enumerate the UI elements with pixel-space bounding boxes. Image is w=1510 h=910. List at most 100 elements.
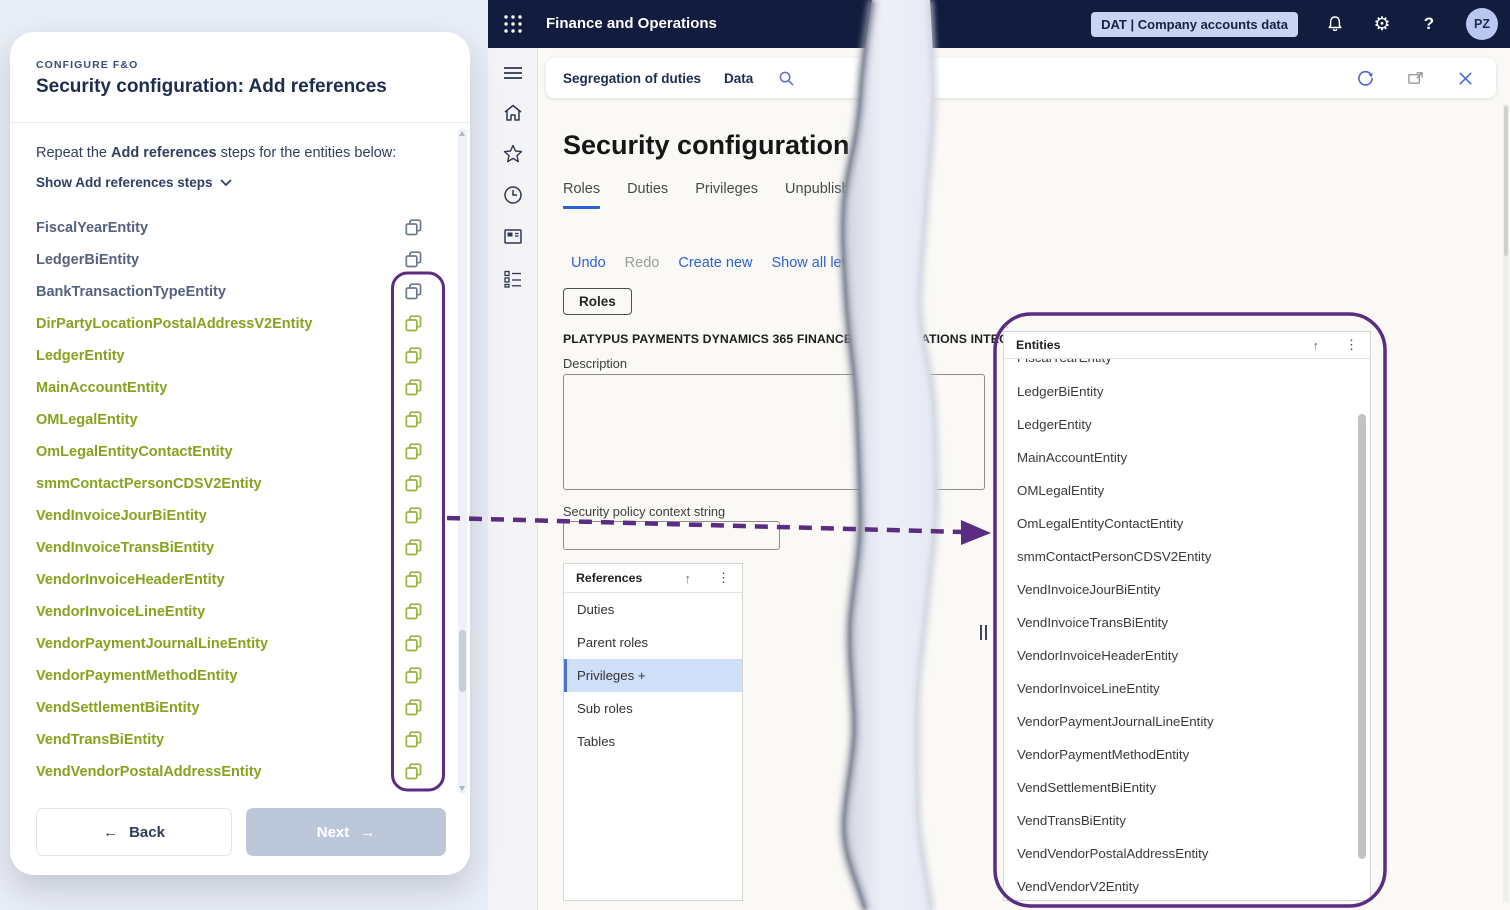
entities-list-item[interactable]: OMLegalEntity xyxy=(1004,474,1370,507)
entity-name: VendVendorPostalAddressEntity xyxy=(36,764,262,780)
entities-list-item[interactable]: VendSettlementBiEntity xyxy=(1004,771,1370,804)
entity-name: LedgerBiEntity xyxy=(1017,384,1104,399)
entities-list-item[interactable]: VendVendorPostalAddressEntity xyxy=(1004,837,1370,870)
settings-gear-icon[interactable]: ⚙ xyxy=(1372,14,1392,35)
redo-link[interactable]: Redo xyxy=(625,255,660,271)
refresh-icon[interactable] xyxy=(1355,68,1375,88)
show-steps-toggle[interactable]: Show Add references steps xyxy=(36,175,232,190)
entity-name: VendSettlementBiEntity xyxy=(36,700,200,716)
crumb-data[interactable]: Data xyxy=(724,71,753,86)
notifications-bell-icon[interactable] xyxy=(1325,14,1345,34)
policy-context-input[interactable] xyxy=(563,521,780,550)
scroll-down-icon[interactable] xyxy=(459,786,465,791)
reference-item[interactable]: Privileges + xyxy=(564,659,742,692)
copy-icon[interactable] xyxy=(405,283,422,300)
entities-list-item[interactable]: VendorInvoiceHeaderEntity xyxy=(1004,639,1370,672)
entities-list-item[interactable]: VendorPaymentMethodEntity xyxy=(1004,738,1370,771)
entity-name: VendorInvoiceLineEntity xyxy=(36,604,206,620)
copy-icon[interactable] xyxy=(405,443,422,460)
sort-up-icon[interactable]: ↑ xyxy=(1313,338,1320,353)
copy-icon[interactable] xyxy=(405,315,422,332)
panel-resize-handle[interactable] xyxy=(980,625,987,640)
window-scrollbar[interactable] xyxy=(1503,104,1509,902)
entities-list-item[interactable]: VendorInvoiceLineEntity xyxy=(1004,672,1370,705)
entities-list-item[interactable]: MainAccountEntity xyxy=(1004,441,1370,474)
close-icon[interactable] xyxy=(1455,68,1475,88)
wizard-entity-row: smmContactPersonCDSV2Entity xyxy=(36,473,444,495)
next-button[interactable]: Next → xyxy=(246,808,446,856)
entities-list-item[interactable]: LedgerBiEntity xyxy=(1004,375,1370,408)
copy-icon[interactable] xyxy=(405,699,422,716)
copy-icon[interactable] xyxy=(405,507,422,524)
entity-name: OmLegalEntityContactEntity xyxy=(36,444,233,460)
copy-icon[interactable] xyxy=(405,539,422,556)
back-button[interactable]: ← Back xyxy=(36,808,232,856)
user-avatar[interactable]: PZ xyxy=(1466,8,1498,40)
app-launcher-waffle-icon[interactable] xyxy=(502,13,524,35)
home-icon[interactable] xyxy=(502,102,524,124)
crumb-segregation-of-duties[interactable]: Segregation of duties xyxy=(563,71,701,86)
wizard-scrollbar-thumb[interactable] xyxy=(459,630,466,692)
wizard-eyebrow: CONFIGURE F&O xyxy=(36,59,139,71)
product-title: Finance and Operations xyxy=(546,15,717,32)
reference-item[interactable]: Parent roles xyxy=(564,626,742,659)
roles-node-chip[interactable]: Roles xyxy=(563,288,632,315)
reference-item[interactable]: Tables xyxy=(564,725,742,758)
copy-icon[interactable] xyxy=(405,219,422,236)
modules-list-icon[interactable] xyxy=(502,268,524,290)
copy-icon[interactable] xyxy=(405,635,422,652)
copy-icon[interactable] xyxy=(405,475,422,492)
open-in-new-window-icon[interactable] xyxy=(1405,68,1425,88)
description-field[interactable] xyxy=(563,374,985,490)
copy-icon[interactable] xyxy=(405,667,422,684)
entities-list-item[interactable]: FiscalYearEntity xyxy=(1004,359,1370,375)
copy-icon[interactable] xyxy=(405,251,422,268)
help-icon[interactable]: ? xyxy=(1419,14,1439,34)
page-body: Segregation of duties Data Security conf… xyxy=(538,48,1510,910)
copy-icon[interactable] xyxy=(405,763,422,780)
entities-list-item[interactable]: VendInvoiceTransBiEntity xyxy=(1004,606,1370,639)
recent-clock-icon[interactable] xyxy=(502,184,524,206)
tab-privileges[interactable]: Privileges xyxy=(695,181,758,209)
copy-icon[interactable] xyxy=(405,411,422,428)
wizard-entity-row: VendorPaymentMethodEntity xyxy=(36,665,444,687)
entities-list-item[interactable]: VendVendorV2Entity xyxy=(1004,870,1370,901)
sort-up-icon[interactable]: ↑ xyxy=(685,571,692,586)
environment-badge[interactable]: DAT | Company accounts data xyxy=(1091,11,1298,37)
entity-name: VendVendorPostalAddressEntity xyxy=(1017,846,1209,861)
more-options-kebab-icon[interactable]: ⋮ xyxy=(717,570,730,586)
reference-item[interactable]: Duties xyxy=(564,593,742,626)
entities-list-item[interactable]: LedgerEntity xyxy=(1004,408,1370,441)
entities-list-item[interactable]: OmLegalEntityContactEntity xyxy=(1004,507,1370,540)
more-options-kebab-icon[interactable]: ⋮ xyxy=(1345,337,1358,353)
workspaces-icon[interactable] xyxy=(502,226,524,248)
wizard-scrollbar[interactable] xyxy=(458,128,467,794)
tab-roles[interactable]: Roles xyxy=(563,181,601,209)
wizard-entity-row: OMLegalEntity xyxy=(36,409,444,431)
entities-list-item[interactable]: smmContactPersonCDSV2Entity xyxy=(1004,540,1370,573)
copy-icon[interactable] xyxy=(405,603,422,620)
copy-icon[interactable] xyxy=(405,379,422,396)
copy-icon[interactable] xyxy=(405,571,422,588)
entity-name: VendorPaymentJournalLineEntity xyxy=(1017,714,1214,729)
entities-list-item[interactable]: VendInvoiceJourBiEntity xyxy=(1004,573,1370,606)
tab-unpublished-objects[interactable]: Unpublished objects xyxy=(785,181,916,209)
wizard-entity-row: BankTransactionTypeEntity xyxy=(36,281,444,303)
reference-item[interactable]: Sub roles xyxy=(564,692,742,725)
search-icon[interactable] xyxy=(776,68,796,88)
tab-duties[interactable]: Duties xyxy=(627,181,668,209)
entities-scrollbar-thumb[interactable] xyxy=(1358,414,1366,859)
favorites-star-icon[interactable] xyxy=(502,143,524,165)
copy-icon[interactable] xyxy=(405,347,422,364)
copy-icon[interactable] xyxy=(405,731,422,748)
entity-name: VendInvoiceJourBiEntity xyxy=(36,508,207,524)
undo-link[interactable]: Undo xyxy=(571,255,606,271)
scroll-up-icon[interactable] xyxy=(459,131,465,136)
entities-list-item[interactable]: VendorPaymentJournalLineEntity xyxy=(1004,705,1370,738)
entities-list-item[interactable]: VendTransBiEntity xyxy=(1004,804,1370,837)
selected-role-heading: PLATYPUS PAYMENTS DYNAMICS 365 FINANCE A… xyxy=(563,332,1056,346)
hamburger-menu-icon[interactable] xyxy=(502,62,524,84)
entity-name: OMLegalEntity xyxy=(1017,483,1105,498)
create-new-link[interactable]: Create new xyxy=(678,255,752,271)
show-all-levels-link[interactable]: Show all levels xyxy=(772,255,868,271)
